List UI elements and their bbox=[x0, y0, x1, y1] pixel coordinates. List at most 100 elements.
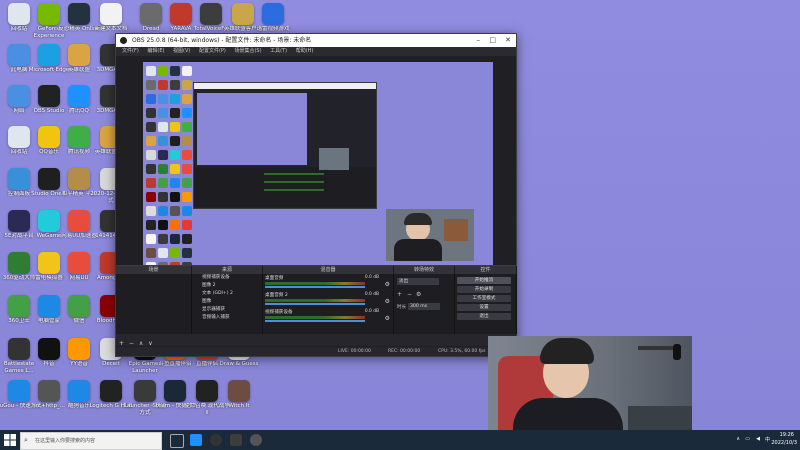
menu-tools[interactable]: 工具(T) bbox=[270, 48, 287, 54]
remove-transition-icon[interactable]: − bbox=[407, 291, 412, 298]
volume-slider[interactable] bbox=[265, 303, 365, 305]
audio-mixer: 桌面音频 0.0 dB ⚙ 桌面音频 2 0.0 dB ⚙ 视频捕获设备 0.0… bbox=[263, 274, 394, 334]
app-icon bbox=[68, 44, 90, 66]
app-icon bbox=[8, 3, 30, 25]
gear-icon[interactable]: ⚙ bbox=[416, 291, 421, 298]
app-icon bbox=[8, 126, 30, 148]
gear-icon[interactable]: ⚙ bbox=[385, 315, 390, 322]
network-icon[interactable]: ▭ bbox=[745, 436, 750, 442]
app-taskbar-icon[interactable] bbox=[250, 434, 262, 446]
desktop-icon[interactable]: 迅雷视频游戏 bbox=[256, 3, 290, 33]
scene-down-icon[interactable]: ∨ bbox=[148, 340, 152, 347]
app-icon bbox=[38, 252, 60, 274]
studio-mode-button[interactable]: 工作室模式 bbox=[457, 295, 511, 302]
preview-mini-icon bbox=[182, 66, 192, 76]
transition-select[interactable]: 淡出 bbox=[397, 278, 439, 285]
menu-help[interactable]: 帮助(H) bbox=[296, 48, 314, 54]
taskbar-search[interactable]: ⌕ 在这里输入你要搜索的内容 bbox=[20, 432, 162, 450]
app-icon bbox=[38, 126, 60, 148]
nested-webcam bbox=[319, 148, 349, 170]
scene-up-icon[interactable]: ∧ bbox=[139, 340, 143, 347]
menu-view[interactable]: 视图(V) bbox=[173, 48, 190, 54]
source-item[interactable]: 图像 bbox=[192, 298, 262, 306]
preview-mini-icon bbox=[146, 150, 156, 160]
mic-arm bbox=[638, 346, 678, 350]
volume-slider[interactable] bbox=[265, 286, 365, 288]
source-item[interactable]: 视频捕获设备 bbox=[192, 274, 262, 282]
preview-mini-icon bbox=[182, 206, 192, 216]
nested-meter bbox=[264, 181, 324, 183]
nested-panels bbox=[194, 167, 376, 207]
start-recording-button[interactable]: 开始录制 bbox=[457, 286, 511, 293]
source-item[interactable]: 显示器捕获 bbox=[192, 306, 262, 314]
add-transition-icon[interactable]: + bbox=[397, 291, 402, 298]
app-icon bbox=[68, 85, 90, 107]
menu-file[interactable]: 文件(F) bbox=[122, 48, 139, 54]
app-icon bbox=[100, 3, 122, 25]
volume-icon[interactable]: ◀ bbox=[756, 436, 760, 442]
mixer-channel-db: 0.0 dB bbox=[364, 309, 379, 314]
search-icon: ⌕ bbox=[24, 436, 28, 444]
app-icon bbox=[170, 3, 192, 25]
preview-mini-icon bbox=[170, 234, 180, 244]
obs-titlebar[interactable]: OBS 25.0.8 (64-bit, windows) - 配置文件: 未命名… bbox=[116, 34, 516, 47]
edge-icon[interactable] bbox=[190, 434, 202, 446]
menu-edit[interactable]: 编辑(E) bbox=[147, 48, 164, 54]
sources-list[interactable]: 视频捕获设备 图像 2 文本 (GDI+) 2 图像 显示器捕获 音频输入捕获 bbox=[192, 274, 263, 334]
remove-scene-icon[interactable]: − bbox=[129, 340, 134, 347]
windows-start-icon[interactable] bbox=[3, 433, 17, 447]
clock-time[interactable]: 19:26 bbox=[780, 432, 794, 438]
source-item[interactable]: 文本 (GDI+) 2 bbox=[192, 290, 262, 298]
preview-mini-icon bbox=[182, 192, 192, 202]
app-icon bbox=[8, 380, 30, 402]
desktop-icon-label: 迅雷视频游戏 bbox=[256, 26, 290, 32]
source-label: 文本 (GDI+) 2 bbox=[202, 291, 233, 296]
minimize-icon[interactable]: – bbox=[477, 34, 481, 47]
obs-logo-icon bbox=[120, 37, 127, 44]
add-scene-icon[interactable]: + bbox=[119, 340, 124, 347]
settings-button[interactable]: 设置 bbox=[457, 304, 511, 311]
menu-scene-collection[interactable]: 场景集合(S) bbox=[234, 48, 261, 54]
duration-input[interactable]: 300 ms bbox=[408, 303, 440, 310]
preview-mini-icon bbox=[146, 164, 156, 174]
preview-mini-icon bbox=[182, 108, 192, 118]
source-item[interactable]: 图像 2 bbox=[192, 282, 262, 290]
shirt-shape bbox=[394, 239, 442, 261]
task-view-icon[interactable] bbox=[170, 434, 184, 448]
menu-profile[interactable]: 配置文件(P) bbox=[199, 48, 226, 54]
desktop-icon[interactable]: 新建文本文档 bbox=[94, 3, 128, 33]
scenes-list[interactable]: + − ∧ ∨ bbox=[116, 274, 192, 347]
app-taskbar-icon[interactable] bbox=[230, 434, 242, 446]
transitions-header: 转场特效 bbox=[394, 266, 455, 274]
gear-icon[interactable]: ⚙ bbox=[385, 281, 390, 288]
mixer-channel-db: 0.0 dB bbox=[364, 275, 379, 280]
volume-slider[interactable] bbox=[265, 320, 365, 322]
obs-menubar: 文件(F) 编辑(E) 视图(V) 配置文件(P) 场景集合(S) 工具(T) … bbox=[116, 47, 516, 56]
ime-indicator[interactable]: 中 bbox=[765, 436, 770, 443]
preview-canvas[interactable] bbox=[143, 62, 493, 282]
clock-date[interactable]: 2022/10/3 bbox=[771, 440, 797, 446]
maximize-icon[interactable]: □ bbox=[489, 34, 496, 47]
preview-mini-icon bbox=[170, 94, 180, 104]
scenes-header: 场景 bbox=[116, 266, 192, 274]
exit-button[interactable]: 退出 bbox=[457, 313, 511, 320]
close-icon[interactable]: ✕ bbox=[505, 34, 511, 47]
mixer-channel: 视频捕获设备 0.0 dB ⚙ bbox=[263, 308, 393, 325]
source-label: 图像 bbox=[202, 299, 212, 304]
obs-taskbar-icon[interactable] bbox=[210, 434, 222, 446]
desktop-icon[interactable]: Witch It bbox=[224, 380, 254, 410]
obs-statusbar: LIVE: 00:00:00 REC: 00:00:00 CPU: 3.5%, … bbox=[116, 347, 516, 356]
app-icon bbox=[228, 380, 250, 402]
taskbar: ⌕ 在这里输入你要搜索的内容 ∧ ▭ ◀ 中 19:26 2022/10/3 bbox=[0, 430, 800, 450]
preview-mini-icon bbox=[158, 164, 168, 174]
app-icon bbox=[38, 3, 60, 25]
start-streaming-button[interactable]: 开始推流 bbox=[457, 277, 511, 284]
tray-arrow-icon[interactable]: ∧ bbox=[736, 436, 740, 442]
preview-mini-icon bbox=[182, 80, 192, 90]
obs-title: OBS 25.0.8 (64-bit, windows) - 配置文件: 未命名… bbox=[132, 37, 312, 44]
gear-icon[interactable]: ⚙ bbox=[385, 298, 390, 305]
desktop: 回收站 GeForce Experience 反恐精英 Online 新建文本文档 Dr… bbox=[0, 0, 800, 450]
app-icon bbox=[38, 380, 60, 402]
source-item[interactable]: 音频输入捕获 bbox=[192, 314, 262, 322]
obs-window[interactable]: OBS 25.0.8 (64-bit, windows) - 配置文件: 未命名… bbox=[115, 33, 517, 357]
